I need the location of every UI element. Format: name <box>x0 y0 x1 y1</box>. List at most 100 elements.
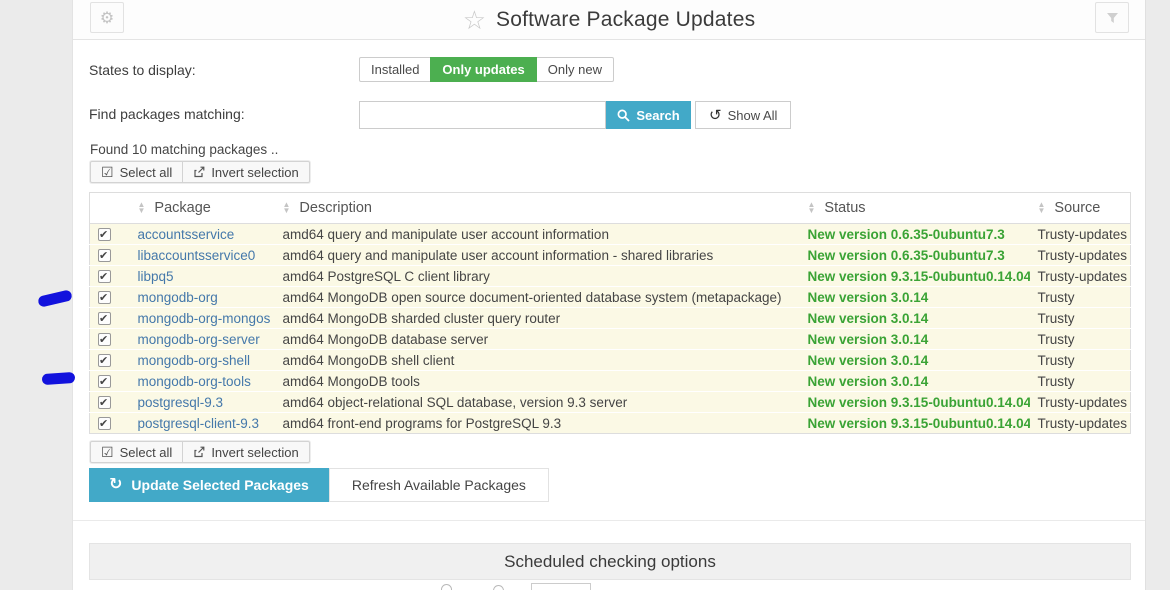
package-source: Trusty <box>1030 350 1131 371</box>
package-description: amd64 PostgreSQL C client library <box>275 266 800 287</box>
share-arrow-icon <box>193 446 205 458</box>
selection-controls-top: ☑ Select all Invert selection <box>89 160 311 184</box>
sort-arrows-icon[interactable]: ▲▼ <box>138 202 146 214</box>
description-column-header[interactable]: ▲▼Description <box>275 193 800 224</box>
refresh-available-packages-button[interactable]: Refresh Available Packages <box>329 468 549 502</box>
select-all-button[interactable]: ☑ Select all <box>90 441 183 463</box>
package-status: New version 9.3.15-0ubuntu0.14.04 <box>800 413 1030 434</box>
show-all-label: Show All <box>728 108 778 123</box>
row-checkbox[interactable] <box>98 333 111 346</box>
table-row: accountsservice amd64 query and manipula… <box>90 224 1131 245</box>
row-checkbox[interactable] <box>98 228 111 241</box>
table-row: libpq5 amd64 PostgreSQL C client library… <box>90 266 1131 287</box>
row-checkbox[interactable] <box>98 354 111 367</box>
software-package-updates-panel: ⚙ ☆ Software Package Updates States to d… <box>72 0 1146 590</box>
row-checkbox-cell <box>90 224 130 245</box>
package-name-link[interactable]: mongodb-org-mongos <box>130 308 275 329</box>
status-column-header[interactable]: ▲▼Status <box>800 193 1030 224</box>
checkbox-check-icon: ☑ <box>101 445 114 459</box>
table-row: libaccountsservice0 amd64 query and mani… <box>90 245 1131 266</box>
scheduled-checking-options-header: Scheduled checking options <box>89 543 1131 580</box>
table-row: mongodb-org-server amd64 MongoDB databas… <box>90 329 1131 350</box>
package-status: New version 3.0.14 <box>800 371 1030 392</box>
row-checkbox[interactable] <box>98 375 111 388</box>
radio-button[interactable] <box>493 585 504 590</box>
package-description: amd64 query and manipulate user account … <box>275 224 800 245</box>
package-name-link[interactable]: mongodb-org-tools <box>130 371 275 392</box>
checkbox-column-header <box>90 193 130 224</box>
package-name-link[interactable]: libaccountsservice0 <box>130 245 275 266</box>
find-packages-label: Find packages matching: <box>89 106 245 122</box>
update-selected-packages-button[interactable]: ↻ Update Selected Packages <box>89 468 329 502</box>
package-source: Trusty-updates <box>1030 392 1131 413</box>
state-installed-button[interactable]: Installed <box>359 57 431 82</box>
package-name-link[interactable]: postgresql-client-9.3 <box>130 413 275 434</box>
package-table: ▲▼Package ▲▼Description ▲▼Status ▲▼Sourc… <box>89 192 1131 434</box>
sort-arrows-icon[interactable]: ▲▼ <box>808 202 816 214</box>
package-name-link[interactable]: libpq5 <box>130 266 275 287</box>
state-only-updates-button[interactable]: Only updates <box>430 57 536 82</box>
row-checkbox[interactable] <box>98 249 111 262</box>
search-icon <box>617 109 630 122</box>
table-row: postgresql-client-9.3 amd64 front-end pr… <box>90 413 1131 434</box>
schedule-interval-input[interactable] <box>531 583 591 590</box>
package-source: Trusty <box>1030 287 1131 308</box>
source-column-header[interactable]: ▲▼Source <box>1030 193 1131 224</box>
package-source: Trusty-updates <box>1030 413 1131 434</box>
results-summary: Found 10 matching packages .. <box>90 142 278 157</box>
search-button[interactable]: Search <box>606 101 691 129</box>
filter-button[interactable] <box>1095 2 1129 33</box>
package-source: Trusty <box>1030 329 1131 350</box>
row-checkbox[interactable] <box>98 417 111 430</box>
package-name-link[interactable]: mongodb-org <box>130 287 275 308</box>
share-arrow-icon <box>193 166 205 178</box>
row-checkbox-cell <box>90 287 130 308</box>
package-status: New version 3.0.14 <box>800 329 1030 350</box>
package-column-header[interactable]: ▲▼Package <box>130 193 275 224</box>
page-title: Software Package Updates <box>496 8 755 32</box>
sort-arrows-icon[interactable]: ▲▼ <box>1038 202 1046 214</box>
row-checkbox-cell <box>90 308 130 329</box>
package-source: Trusty-updates <box>1030 224 1131 245</box>
package-status: New version 0.6.35-0ubuntu7.3 <box>800 224 1030 245</box>
refresh-icon: ↻ <box>109 477 122 493</box>
select-all-button[interactable]: ☑ Select all <box>90 161 183 183</box>
package-description: amd64 MongoDB tools <box>275 371 800 392</box>
row-checkbox[interactable] <box>98 312 111 325</box>
row-checkbox[interactable] <box>98 396 111 409</box>
package-description: amd64 object-relational SQL database, ve… <box>275 392 800 413</box>
row-checkbox-cell <box>90 413 130 434</box>
funnel-icon <box>1106 12 1119 24</box>
search-button-label: Search <box>636 108 679 123</box>
table-row: postgresql-9.3 amd64 object-relational S… <box>90 392 1131 413</box>
show-all-button[interactable]: ↺ Show All <box>695 101 791 129</box>
package-status: New version 3.0.14 <box>800 287 1030 308</box>
title-area: ☆ Software Package Updates <box>73 0 1145 40</box>
sort-arrows-icon[interactable]: ▲▼ <box>283 202 291 214</box>
row-checkbox[interactable] <box>98 270 111 283</box>
table-row: mongodb-org-tools amd64 MongoDB tools Ne… <box>90 371 1131 392</box>
package-name-link[interactable]: mongodb-org-shell <box>130 350 275 371</box>
select-all-label: Select all <box>120 445 173 460</box>
radio-button[interactable] <box>441 584 452 590</box>
invert-selection-button[interactable]: Invert selection <box>182 161 309 183</box>
annotation-mark <box>42 372 76 385</box>
table-row: mongodb-org-mongos amd64 MongoDB sharded… <box>90 308 1131 329</box>
package-table-body: accountsservice amd64 query and manipula… <box>90 224 1131 434</box>
annotation-mark <box>37 289 73 307</box>
package-description: amd64 query and manipulate user account … <box>275 245 800 266</box>
table-header-row: ▲▼Package ▲▼Description ▲▼Status ▲▼Sourc… <box>90 193 1131 224</box>
state-only-new-button[interactable]: Only new <box>536 57 614 82</box>
package-status: New version 0.6.35-0ubuntu7.3 <box>800 245 1030 266</box>
package-search-input[interactable] <box>359 101 606 129</box>
invert-selection-button[interactable]: Invert selection <box>182 441 309 463</box>
invert-selection-label: Invert selection <box>211 445 298 460</box>
package-name-link[interactable]: accountsservice <box>130 224 275 245</box>
star-favorite-icon[interactable]: ☆ <box>463 7 486 33</box>
package-name-link[interactable]: postgresql-9.3 <box>130 392 275 413</box>
row-checkbox-cell <box>90 329 130 350</box>
package-status: New version 9.3.15-0ubuntu0.14.04 <box>800 392 1030 413</box>
row-checkbox[interactable] <box>98 291 111 304</box>
package-name-link[interactable]: mongodb-org-server <box>130 329 275 350</box>
checkbox-check-icon: ☑ <box>101 165 114 179</box>
